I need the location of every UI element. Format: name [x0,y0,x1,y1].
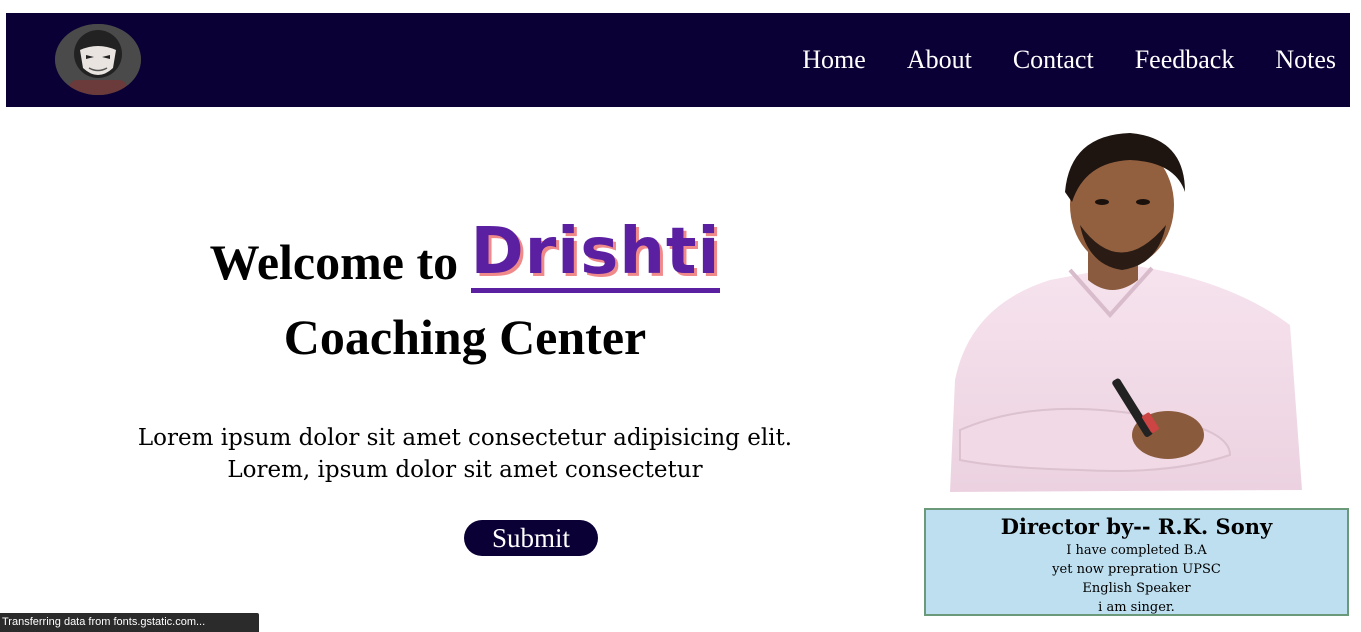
hero-text-line-2: Lorem, ipsum dolor sit amet consectetur [227,457,703,483]
hero-description: Lorem ipsum dolor sit amet consectetur a… [0,422,930,486]
logo-avatar[interactable] [55,24,141,95]
director-photo [930,130,1310,498]
director-name: Director by-- R.K. Sony [1000,514,1273,539]
director-detail-3: English Speaker [1082,581,1191,596]
hero-welcome: Welcome to [209,234,459,290]
nav-notes[interactable]: Notes [1275,47,1336,73]
masked-avatar-icon [55,24,141,95]
hero-subtitle: Coaching Center [283,309,647,365]
nav-home[interactable]: Home [802,47,866,73]
director-detail-2: yet now prepration UPSC [1052,562,1221,577]
browser-status-bar: Transferring data from fonts.gstatic.com… [0,613,259,632]
director-detail-4: i am singer. [1098,600,1175,615]
brand-name: Drishti [470,216,721,293]
nav-feedback[interactable]: Feedback [1135,47,1235,73]
nav-contact[interactable]: Contact [1013,47,1094,73]
submit-button[interactable]: Submit [464,520,598,556]
director-detail-1: I have completed B.A [1066,543,1207,558]
director-portrait [930,130,1310,498]
director-info-card: Director by-- R.K. Sony I have completed… [924,508,1349,616]
hero-title: Welcome to Drishti Coaching Center [0,216,930,373]
nav-links: Home About Contact Feedback Notes [802,13,1336,107]
hero-text-line-1: Lorem ipsum dolor sit amet consectetur a… [137,425,793,451]
navbar: Home About Contact Feedback Notes [6,13,1350,107]
nav-about[interactable]: About [907,47,972,73]
